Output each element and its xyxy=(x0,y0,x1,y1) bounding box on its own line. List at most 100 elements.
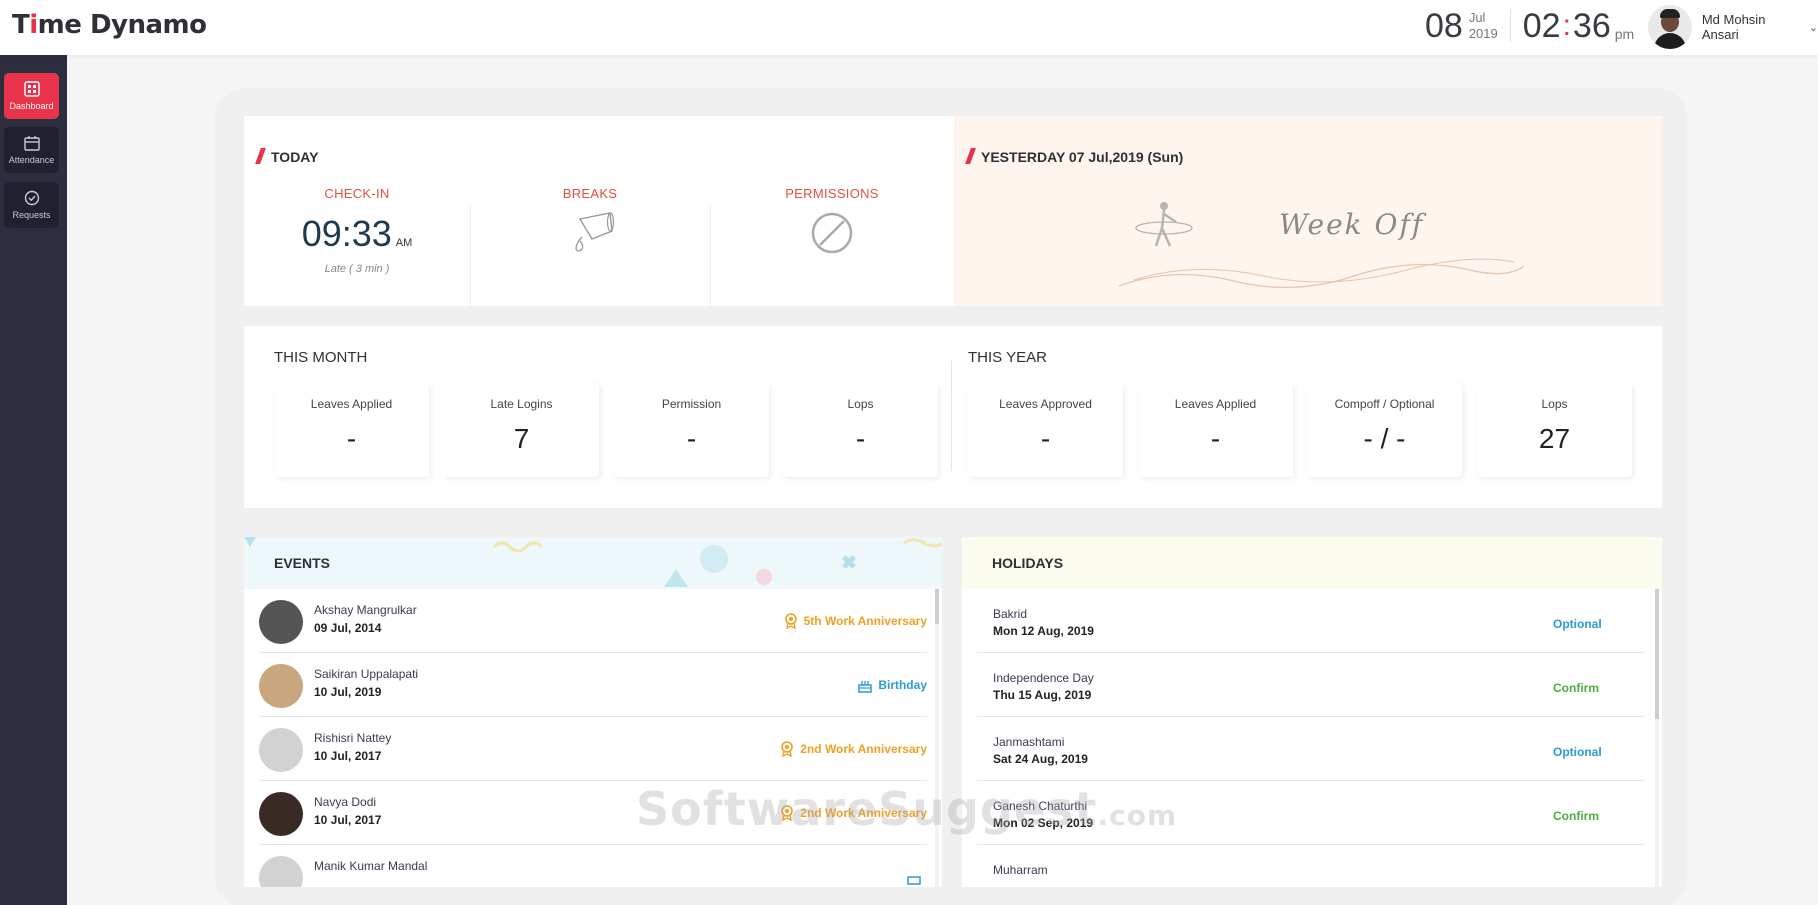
event-tag-text: 2nd Work Anniversary xyxy=(800,742,927,756)
award-icon xyxy=(781,741,794,757)
stat-value: - xyxy=(346,423,357,454)
event-row[interactable]: Akshay Mangrulkar 09 Jul, 2014 5th Work … xyxy=(259,589,927,653)
stat-year-leaves-applied: Leaves Applied - xyxy=(1138,383,1293,477)
current-minute: 36 xyxy=(1572,6,1611,45)
stat-month-permission: Permission - xyxy=(614,383,769,477)
avatar xyxy=(259,728,303,772)
holiday-row[interactable]: Muharram xyxy=(977,845,1645,887)
stat-value: - xyxy=(686,423,697,454)
permissions-section: PERMISSIONS xyxy=(710,186,954,260)
logo-text-dynamo: Dynamo xyxy=(81,10,207,40)
no-entry-icon xyxy=(811,212,853,254)
today-title-text: TODAY xyxy=(271,149,319,165)
cake-icon xyxy=(858,681,873,693)
holidays-title: HOLIDAYS xyxy=(992,555,1064,571)
holidays-scrollbar[interactable] xyxy=(1655,589,1659,887)
stat-month-lops: Lops - xyxy=(783,383,938,477)
stat-month-late-logins: Late Logins 7 xyxy=(444,383,599,477)
chevron-down-icon[interactable]: ⌄ xyxy=(1809,21,1818,34)
watermark: SoftwareSuggest.com xyxy=(636,782,1177,836)
avatar xyxy=(259,664,303,708)
stat-value: - xyxy=(1040,423,1051,454)
holiday-row[interactable]: Janmashtami Sat 24 Aug, 2019 Optional xyxy=(977,717,1645,781)
event-tag: 2nd Work Anniversary xyxy=(780,741,927,757)
stat-label: Leaves Applied xyxy=(1174,397,1257,411)
holiday-row[interactable]: Independence Day Thu 15 Aug, 2019 Confir… xyxy=(977,653,1645,717)
stats-card: THIS MONTH THIS YEAR Leaves Applied - La… xyxy=(244,326,1662,508)
this-year-title: THIS YEAR xyxy=(968,349,1047,366)
avatar xyxy=(259,792,303,836)
holiday-name: Janmashtami xyxy=(993,735,1065,749)
holiday-row[interactable]: Bakrid Mon 12 Aug, 2019 Optional xyxy=(977,589,1645,653)
award-icon xyxy=(784,613,797,629)
sidebar: Dashboard Attendance Requests xyxy=(0,55,67,905)
late-note: Late ( 3 min ) xyxy=(324,263,390,275)
event-date: 10 Jul, 2017 xyxy=(314,749,382,763)
event-date: 10 Jul, 2019 xyxy=(314,685,382,699)
holiday-date: Sat 24 Aug, 2019 xyxy=(993,752,1088,766)
user-menu[interactable]: Md Mohsin Ansari ⌄ xyxy=(1648,5,1818,49)
stat-label: Leaves Applied xyxy=(310,397,393,411)
time-colon: : xyxy=(1562,9,1571,42)
logo-text-me: me xyxy=(37,10,82,40)
events-header: EVENTS xyxy=(244,537,942,589)
app-logo[interactable]: Time Dynamo xyxy=(12,10,207,40)
holiday-date: Mon 12 Aug, 2019 xyxy=(993,624,1094,638)
event-row[interactable]: Saikiran Uppalapati 10 Jul, 2019 Birthda… xyxy=(259,653,927,717)
stat-label: Lops xyxy=(847,397,874,411)
current-hour: 02 xyxy=(1522,6,1561,45)
checkin-ampm: AM xyxy=(395,237,413,249)
current-year: 2019 xyxy=(1468,26,1498,41)
logo-text-t: T xyxy=(12,10,30,40)
yesterday-title: YESTERDAY 07 Jul,2019 (Sun) xyxy=(965,148,1184,165)
watermark-suffix: .com xyxy=(1097,799,1178,832)
cake-icon xyxy=(907,876,921,885)
dashboard-icon xyxy=(23,81,40,97)
stat-value: - xyxy=(855,423,866,454)
sidebar-item-label: Attendance xyxy=(8,155,55,165)
stat-year-lops: Lops 27 xyxy=(1477,383,1632,477)
checkin-section: CHECK-IN 09:33 AM Late ( 3 min ) xyxy=(244,186,470,275)
stat-value: 7 xyxy=(513,423,530,454)
events-header-pattern xyxy=(244,537,942,587)
holiday-status: Optional xyxy=(1553,745,1602,759)
date-time-display: 08 Jul 2019 02 : 36 pm xyxy=(1425,4,1634,48)
stat-label: Compoff / Optional xyxy=(1334,397,1435,411)
permissions-label: PERMISSIONS xyxy=(785,186,879,201)
checkin-time: 09:33 xyxy=(301,213,392,254)
event-tag xyxy=(907,869,927,885)
checkin-label: CHECK-IN xyxy=(324,186,390,201)
holiday-status: Optional xyxy=(1553,617,1602,631)
holiday-date: Thu 15 Aug, 2019 xyxy=(993,688,1092,702)
stat-label: Late Logins xyxy=(490,397,553,411)
user-name[interactable]: Md Mohsin Ansari xyxy=(1702,12,1805,42)
today-title: TODAY xyxy=(255,148,319,165)
avatar xyxy=(259,600,303,644)
current-ampm: pm xyxy=(1614,26,1635,42)
breaks-section: BREAKS xyxy=(470,186,710,264)
event-name: Navya Dodi xyxy=(314,795,377,809)
event-tag-text: Birthday xyxy=(878,678,927,692)
stat-year-compoff-optional: Compoff / Optional - / - xyxy=(1307,383,1462,477)
sidebar-item-dashboard[interactable]: Dashboard xyxy=(4,73,59,119)
event-name: Manik Kumar Mandal xyxy=(314,859,428,873)
user-avatar[interactable] xyxy=(1648,5,1692,49)
sidebar-item-requests[interactable]: Requests xyxy=(4,182,59,228)
yesterday-card: YESTERDAY 07 Jul,2019 (Sun) Week Off xyxy=(954,116,1662,306)
sidebar-item-attendance[interactable]: Attendance xyxy=(4,127,59,173)
event-row[interactable]: Rishisri Nattey 10 Jul, 2017 2nd Work An… xyxy=(259,717,927,781)
event-row[interactable]: Manik Kumar Mandal xyxy=(259,845,927,887)
stat-year-leaves-approved: Leaves Approved - xyxy=(968,383,1123,477)
holiday-status: Confirm xyxy=(1553,809,1599,823)
stat-label: Leaves Approved xyxy=(999,397,1092,411)
current-day: 08 xyxy=(1425,6,1463,45)
events-scrollbar[interactable] xyxy=(935,589,939,887)
yesterday-title-text: YESTERDAY 07 Jul,2019 (Sun) xyxy=(981,149,1184,165)
watermark-main: SoftwareSuggest xyxy=(636,782,1098,836)
stat-value: - / - xyxy=(1363,423,1406,454)
top-header: Time Dynamo 08 Jul 2019 02 : 36 pm Md Mo… xyxy=(0,0,1818,55)
events-title: EVENTS xyxy=(274,555,331,571)
check-circle-icon xyxy=(24,190,39,206)
calendar-icon xyxy=(23,136,40,151)
current-month: Jul xyxy=(1468,10,1486,25)
